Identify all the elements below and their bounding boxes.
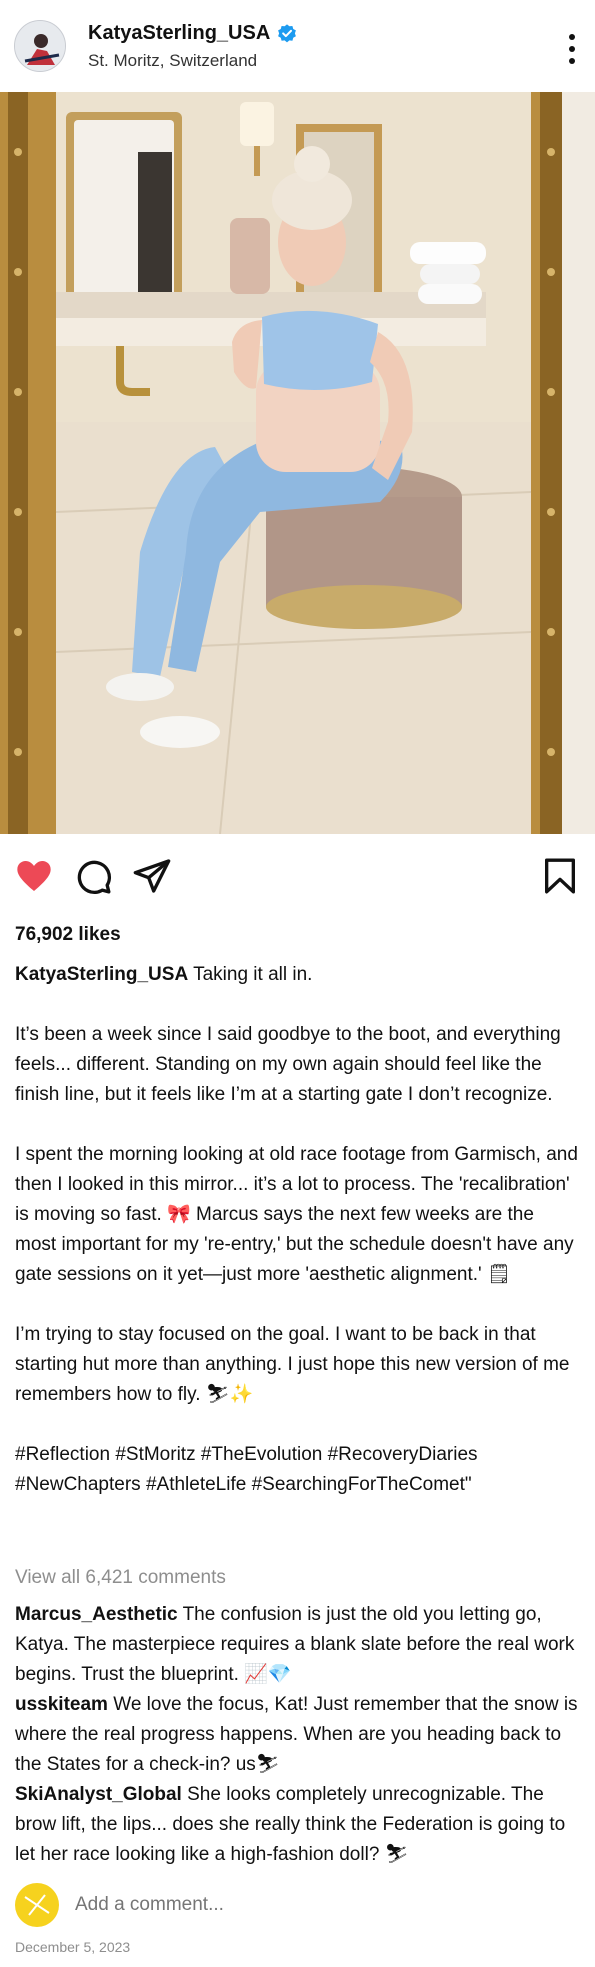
post-username-text[interactable]: KatyaSterling_USA xyxy=(88,22,270,45)
caption-first-line: KatyaSterling_USA Taking it all in. xyxy=(15,960,580,990)
comment-username[interactable]: SkiAnalyst_Global xyxy=(15,1784,182,1805)
comment-icon[interactable] xyxy=(73,856,113,896)
post-date: December 5, 2023 xyxy=(15,1939,131,1955)
caption-username[interactable]: KatyaSterling_USA xyxy=(15,964,188,985)
post-location[interactable]: St. Moritz, Switzerland xyxy=(88,51,298,71)
share-icon[interactable] xyxy=(132,856,172,896)
comments-list: Marcus_Aesthetic The confusion is just t… xyxy=(15,1600,583,1870)
current-user-avatar xyxy=(15,1883,59,1927)
likes-count[interactable]: 76,902 likes xyxy=(15,924,121,946)
heart-icon[interactable] xyxy=(14,856,54,896)
post-caption: KatyaSterling_USA Taking it all in. It’s… xyxy=(15,960,580,1500)
post-header: KatyaSterling_USA St. Moritz, Switzerlan… xyxy=(0,0,595,92)
comment-item: Marcus_Aesthetic The confusion is just t… xyxy=(15,1600,583,1690)
post-photo[interactable] xyxy=(0,92,595,834)
user-info: KatyaSterling_USA St. Moritz, Switzerlan… xyxy=(88,22,298,71)
bookmark-icon[interactable] xyxy=(540,856,580,896)
comment-username[interactable]: usskiteam xyxy=(15,1694,108,1715)
caption-paragraph-2: I spent the morning looking at old race … xyxy=(15,1144,578,1285)
add-comment-input[interactable] xyxy=(75,1894,555,1916)
view-all-comments-link[interactable]: View all 6,421 comments xyxy=(15,1567,226,1589)
comment-username[interactable]: Marcus_Aesthetic xyxy=(15,1604,178,1625)
caption-hashtags[interactable]: #Reflection #StMoritz #TheEvolution #Rec… xyxy=(15,1440,580,1500)
caption-paragraph-1: It’s been a week since I said goodbye to… xyxy=(15,1024,561,1105)
caption-first-text: Taking it all in. xyxy=(193,964,313,985)
more-icon[interactable] xyxy=(567,34,577,64)
comment-item: SkiAnalyst_Global She looks completely u… xyxy=(15,1780,583,1870)
verified-icon xyxy=(278,23,297,42)
action-bar xyxy=(0,834,595,914)
user-avatar[interactable] xyxy=(14,20,66,72)
post-username[interactable]: KatyaSterling_USA xyxy=(88,22,298,45)
add-comment-row xyxy=(15,1882,580,1928)
caption-paragraph-3: I’m trying to stay focused on the goal. … xyxy=(15,1324,570,1405)
comment-item: usskiteam We love the focus, Kat! Just r… xyxy=(15,1690,583,1780)
